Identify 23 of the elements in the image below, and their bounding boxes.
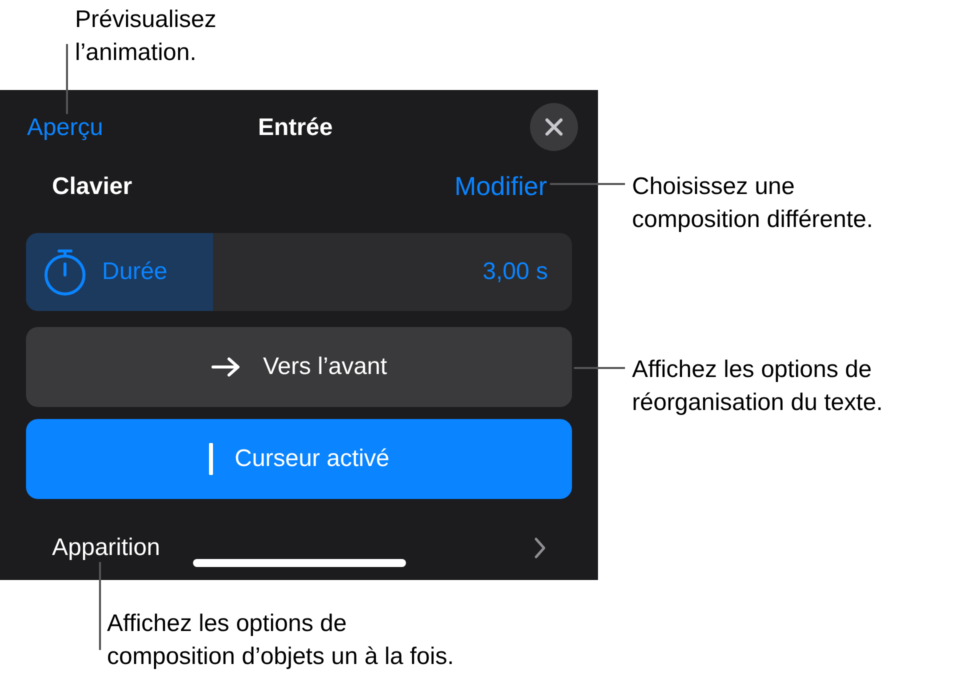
duration-row[interactable]: Durée 3,00 s [26,233,572,311]
delivery-label[interactable]: Apparition [52,530,160,566]
leader-line [66,44,68,114]
chevron-icon[interactable] [534,537,546,559]
modify-link[interactable]: Modifier [454,167,547,206]
callout-text: Choisissez une composition différente. [632,172,874,235]
duration-segment[interactable]: Durée [26,233,213,311]
duration-value: 3,00 s [482,257,548,287]
cursor-toggle-button[interactable]: Curseur activé [26,419,572,499]
panel-title: Entrée [258,113,333,143]
cursor-icon [208,443,213,475]
close-button[interactable] [530,103,578,151]
arrow-icon [210,356,241,378]
callout-text: Affichez les options de composition d’objets un à la fois. [107,609,455,672]
duration-label: Durée [102,257,168,287]
leader-line [574,367,625,369]
build-label: Clavier [52,172,132,202]
direction-button[interactable]: Vers l’avant [26,327,572,407]
stopwatch-icon [42,247,88,297]
callout-text: Prévisualisez l’animation. [75,5,218,68]
preview-link[interactable]: Aperçu [27,110,104,146]
callout-text: Affichez les options de réorganisation du texte. [632,355,884,418]
close-icon [545,118,563,136]
